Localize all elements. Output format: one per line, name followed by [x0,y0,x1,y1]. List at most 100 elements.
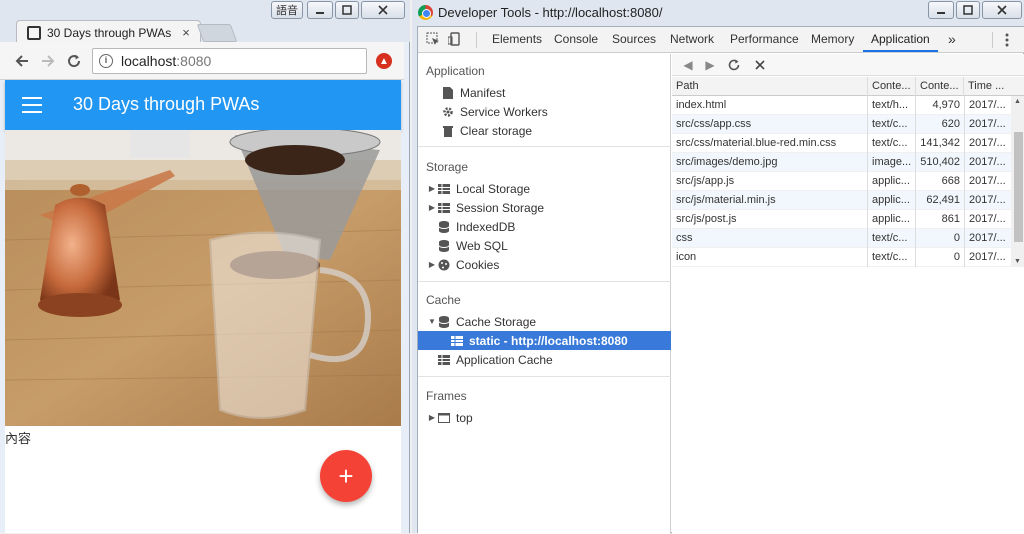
table-row[interactable]: index.html text/h... 4,970 2017/... [672,96,1024,115]
expand-triangle-icon[interactable]: ▶ [428,260,436,269]
table-row[interactable]: icon text/c... 0 2017/... [672,248,1024,267]
table-row[interactable]: src/images/demo.jpg image... 510,402 2017/.… [672,153,1024,172]
expand-triangle-icon[interactable]: ▶ [428,413,436,422]
tab-memory[interactable]: Memory [803,27,862,52]
sidebar-item-static-cache[interactable]: static - http://localhost:8080 [418,331,671,350]
cell-content-type: text/c... [868,115,916,134]
gear-icon [442,106,454,118]
column-header-content-type[interactable]: Conte... [868,77,916,96]
table-row[interactable]: src/css/app.css text/c... 620 2017/... [672,115,1024,134]
tab-network[interactable]: Network [662,27,722,52]
content-caption: 內容 [5,431,32,446]
table-scrollbar[interactable]: ▲ ▼ [1011,96,1024,267]
browser-window: 30 Days through PWAs × 語音 i localhost :8… [0,0,410,533]
cell-time: 2017/... [969,118,1006,130]
sidebar-item-local-storage[interactable]: ▶ Local Storage [418,179,671,198]
devtools-tabbar: Elements Console Sources Network Perform… [418,27,1024,53]
sidebar-item-web-sql[interactable]: Web SQL [418,236,671,255]
scrollbar-thumb[interactable] [1014,132,1023,242]
forward-button[interactable] [38,51,58,71]
cell-content-type: image... [868,153,916,172]
scroll-up-icon[interactable]: ▲ [1014,98,1021,105]
close-window-button[interactable] [361,1,405,19]
table-row[interactable]: src/js/post.js applic... 861 2017/... [672,210,1024,229]
collapse-triangle-icon[interactable]: ▼ [428,317,436,326]
sidebar-item-label: Cache Storage [456,314,537,329]
url-host: localhost [121,53,177,69]
browser-tab[interactable]: 30 Days through PWAs × [16,20,201,44]
devtools-window-title: Developer Tools - http://localhost:8080/ [438,5,663,20]
forward-arrow-icon [42,55,55,67]
column-header-content-length[interactable]: Conte... [916,77,964,96]
sidebar-item-cookies[interactable]: ▶ Cookies [418,255,671,274]
document-icon [442,86,454,99]
maximize-button[interactable] [335,1,359,19]
table-header-row: Path Conte... Conte... Time ... [672,77,1024,96]
cell-time: 2017/... [969,137,1006,149]
table-row[interactable]: src/js/material.min.js applic... 62,491 201… [672,191,1024,210]
column-header-path[interactable]: Path [672,77,868,96]
cell-content-length: 861 [916,210,965,229]
table-grid-icon [438,202,450,214]
sidebar-item-manifest[interactable]: Manifest [418,83,671,102]
delete-entry-icon[interactable] [752,57,768,73]
tab-console[interactable]: Console [546,27,606,52]
refresh-icon[interactable] [726,57,742,73]
sidebar-item-indexeddb[interactable]: IndexedDB [418,217,671,236]
section-title-application: Application [426,64,485,78]
extension-icon[interactable]: ▲ [376,53,392,69]
new-tab-button[interactable] [196,24,238,42]
reload-button[interactable] [64,51,84,71]
sidebar-item-label: Application Cache [456,352,553,367]
table-row[interactable]: css text/c... 0 2017/... [672,229,1024,248]
tab-elements[interactable]: Elements [484,27,550,52]
sidebar-item-label: Service Workers [460,104,548,119]
cell-content-type: text/c... [868,248,916,267]
cell-path: src/js/material.min.js [672,191,868,210]
sidebar-item-label: Clear storage [460,123,533,138]
sidebar-item-frame-top[interactable]: ▶ top [418,408,671,427]
tab-sources[interactable]: Sources [604,27,664,52]
frame-icon [438,412,450,424]
hamburger-menu-icon[interactable] [22,97,42,113]
add-fab-button[interactable]: + [320,450,372,502]
more-tabs-button[interactable]: » [940,27,964,52]
minimize-button[interactable] [307,1,333,19]
sidebar-item-label: Web SQL [456,238,508,253]
sidebar-item-clear-storage[interactable]: Clear storage [418,121,671,140]
address-bar[interactable]: i localhost :8080 [92,48,367,74]
app-title: 30 Days through PWAs [73,94,260,114]
inspect-element-icon[interactable] [426,32,440,46]
sidebar-item-service-workers[interactable]: Service Workers [418,102,671,121]
sidebar-item-application-cache[interactable]: Application Cache [418,350,671,369]
previous-page-icon[interactable]: ◀ [680,57,696,73]
expand-triangle-icon[interactable]: ▶ [428,203,436,212]
device-toolbar-icon[interactable] [448,32,462,46]
next-page-icon[interactable]: ▶ [702,57,718,73]
cell-path: src/js/app.js [672,172,868,191]
info-icon[interactable]: i [99,54,113,68]
expand-triangle-icon[interactable]: ▶ [428,184,436,193]
table-row[interactable]: src/css/material.blue-red.min.css text/c.… [672,134,1024,153]
back-button[interactable] [12,51,32,71]
kebab-menu-icon[interactable] [1004,32,1010,48]
cell-content-length: 141,342 [916,134,965,153]
database-icon [438,220,450,233]
sidebar-item-cache-storage[interactable]: ▼ Cache Storage [418,312,671,331]
dt-minimize-button[interactable] [928,1,954,19]
cell-path: src/css/material.blue-red.min.css [672,134,868,153]
tab-performance[interactable]: Performance [722,27,807,52]
dt-close-button[interactable] [982,1,1022,19]
cache-toolbar: ◀ ▶ [672,54,1024,76]
sidebar-item-session-storage[interactable]: ▶ Session Storage [418,198,671,217]
ime-button[interactable]: 語音 [271,1,303,19]
devtools-titlebar: Developer Tools - http://localhost:8080/ [412,0,1024,26]
cell-content-length: 0 [916,229,965,248]
tab-close-icon[interactable]: × [178,25,194,40]
table-row[interactable]: src/js/app.js applic... 668 2017/... [672,172,1024,191]
scroll-down-icon[interactable]: ▼ [1014,258,1021,265]
tab-application[interactable]: Application [863,27,938,52]
column-header-time[interactable]: Time ... [964,77,1011,96]
dt-maximize-button[interactable] [956,1,980,19]
browser-toolbar: i localhost :8080 ▲ [0,42,404,80]
